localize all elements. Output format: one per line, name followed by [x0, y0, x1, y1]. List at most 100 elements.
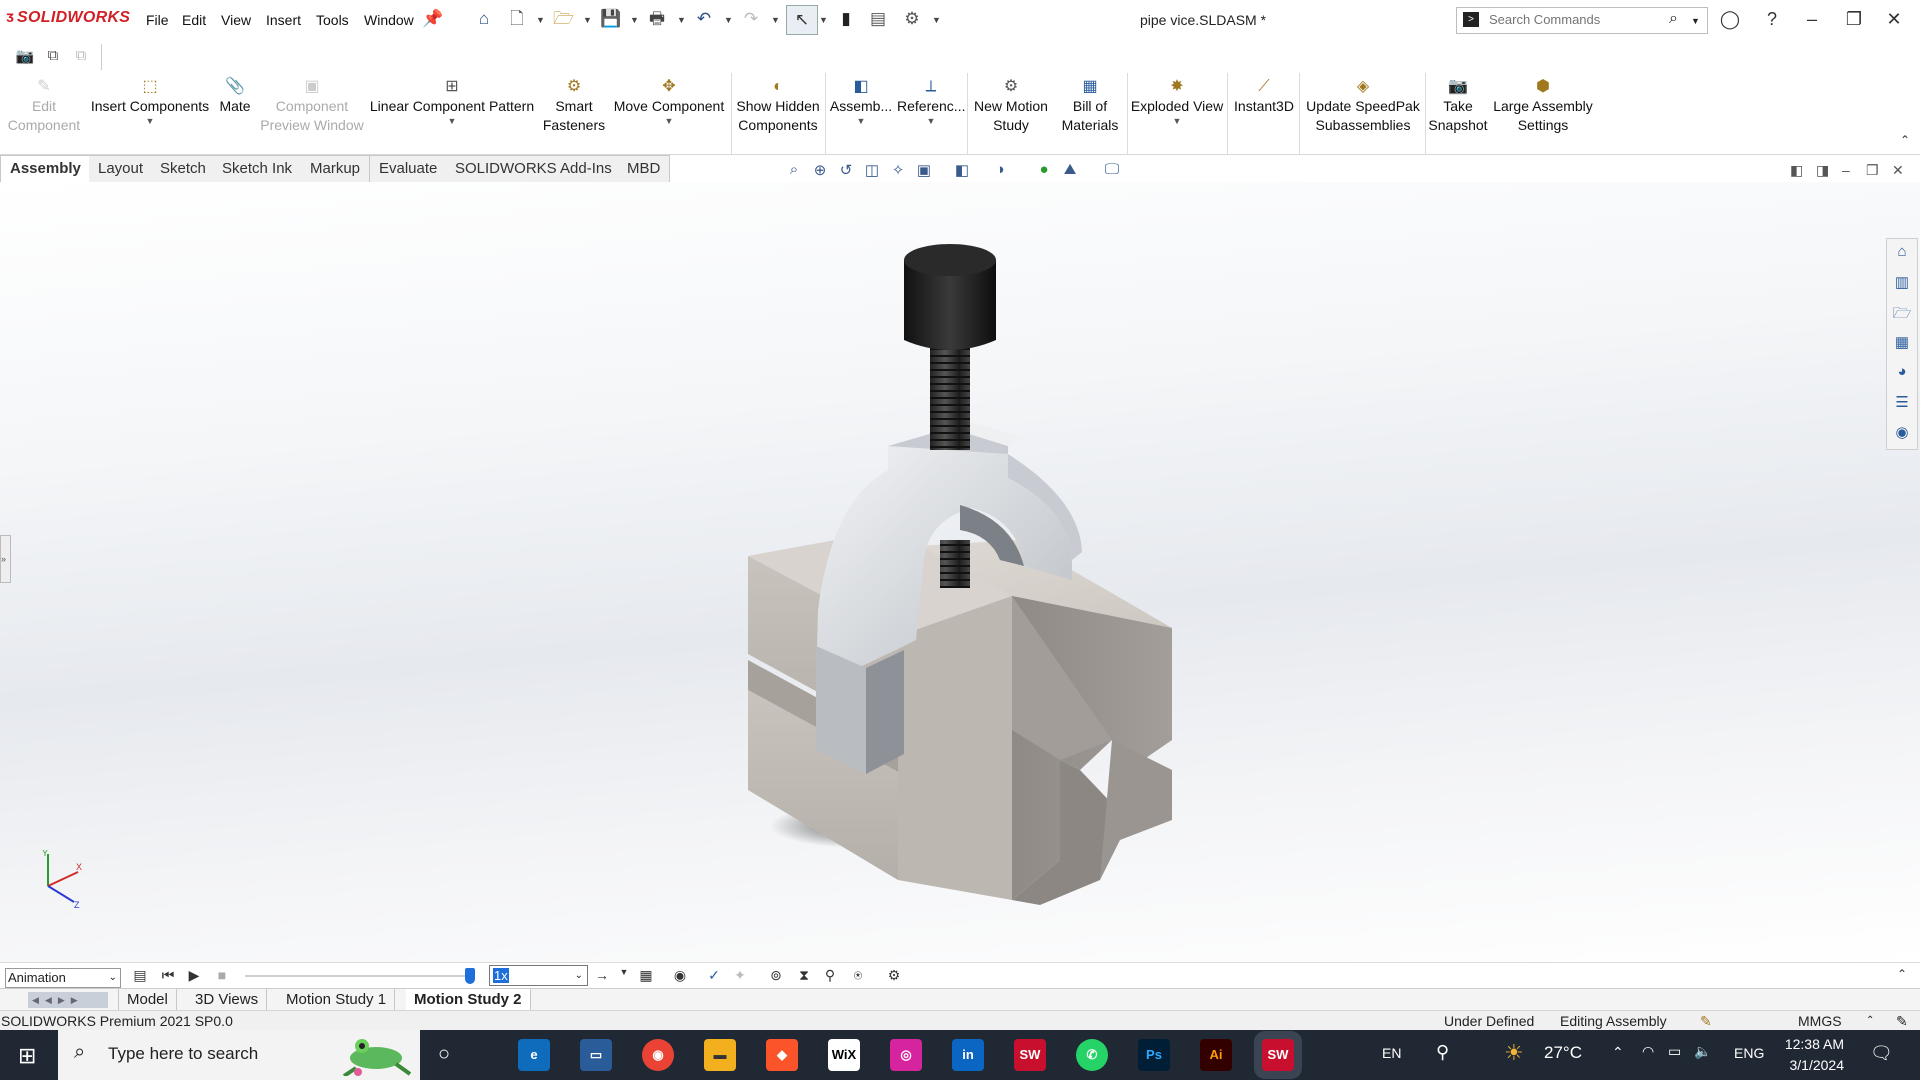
display-style-icon[interactable]: ◧: [952, 161, 972, 179]
stop-icon[interactable]: ■: [212, 967, 232, 985]
tab-solidworks-add-ins[interactable]: SOLIDWORKS Add-Ins: [446, 155, 622, 183]
solidworks-resources-icon[interactable]: ⌂: [1892, 243, 1912, 263]
solidworks-2021-icon[interactable]: SW: [1262, 1039, 1294, 1071]
new-document-icon[interactable]: 🗋: [507, 9, 527, 29]
tab-layout[interactable]: Layout: [89, 155, 154, 183]
notifications-icon[interactable]: 🗨: [1870, 1043, 1893, 1064]
tab-assembly[interactable]: Assembly: [0, 155, 91, 183]
search-input[interactable]: [1487, 11, 1661, 28]
reference-geometry-button[interactable]: ⟂ Referenc... ▼: [897, 73, 965, 154]
view-palette-icon[interactable]: ▦: [1892, 333, 1912, 353]
view-orientation-icon[interactable]: ▣: [914, 161, 934, 179]
whatsapp-icon[interactable]: ✆: [1076, 1039, 1108, 1071]
menu-insert[interactable]: Insert: [266, 12, 301, 28]
component-preview-window-button[interactable]: ▣ Component Preview Window: [258, 73, 366, 154]
chevron-down-icon[interactable]: ▼: [932, 15, 941, 25]
chevron-down-icon[interactable]: ▼: [1129, 116, 1225, 126]
chevron-down-icon[interactable]: ▼: [827, 116, 895, 126]
restore-icon[interactable]: ❐: [1840, 9, 1868, 30]
play-from-start-icon[interactable]: ⏮: [158, 967, 178, 985]
chevron-up-icon[interactable]: ⌃: [1612, 1044, 1624, 1061]
home-icon[interactable]: ⌂: [474, 9, 494, 29]
edit-component-button[interactable]: ✎ Edit Component: [0, 73, 88, 154]
undo-icon[interactable]: ↶: [694, 9, 714, 29]
insert-components-button[interactable]: ⬚ Insert Components ▼: [88, 73, 212, 154]
take-snapshot-button[interactable]: 📷 Take Snapshot: [1427, 73, 1489, 154]
close-icon[interactable]: ✕: [1880, 9, 1908, 30]
volume-icon[interactable]: 🔈: [1694, 1043, 1711, 1060]
animation-wizard-icon[interactable]: ◉: [670, 967, 690, 985]
print-icon[interactable]: 🖶: [647, 9, 667, 29]
photoshop-icon[interactable]: Ps: [1138, 1039, 1170, 1071]
weather-icon[interactable]: ☀: [1504, 1040, 1524, 1066]
collapse-ribbon-icon[interactable]: ⌃: [1900, 133, 1910, 147]
search-commands-box[interactable]: > ⌕ ▼: [1456, 7, 1708, 34]
menu-file[interactable]: File: [146, 12, 169, 28]
traffic-light-icon[interactable]: ▮: [836, 9, 856, 29]
menu-tools[interactable]: Tools: [316, 12, 349, 28]
tab-motion-study-1[interactable]: Motion Study 1: [278, 989, 396, 1010]
chevron-down-icon[interactable]: ▼: [583, 15, 592, 25]
spring-icon[interactable]: ⧗: [794, 967, 814, 985]
previous-view-icon[interactable]: ↺: [836, 161, 856, 179]
file-properties-icon[interactable]: ▤: [868, 9, 888, 29]
tab-sketch[interactable]: Sketch: [151, 155, 216, 183]
tab-model[interactable]: Model: [118, 989, 177, 1010]
large-assembly-settings-button[interactable]: ⬢ Large Assembly Settings: [1491, 73, 1595, 154]
chevron-down-icon[interactable]: ▼: [614, 967, 634, 985]
collapse-timeline-icon[interactable]: ⌃: [1892, 967, 1912, 985]
hide-show-items-icon[interactable]: ◑: [990, 161, 1010, 179]
clock-date[interactable]: 3/1/2024: [1780, 1057, 1845, 1073]
task-view-icon[interactable]: ○: [438, 1043, 450, 1066]
dynamic-annotation-icon[interactable]: ✧: [888, 161, 908, 179]
file-explorer-icon[interactable]: 🗁: [1892, 303, 1912, 323]
temperature[interactable]: 27°C: [1544, 1043, 1582, 1063]
contact-icon[interactable]: ⚲: [820, 967, 840, 985]
chevron-down-icon[interactable]: ▼: [897, 116, 965, 126]
gravity-icon[interactable]: ⍟: [848, 967, 868, 985]
viewport-restore-icon[interactable]: ❐: [1866, 162, 1879, 179]
select-arrow-icon[interactable]: ↖: [786, 5, 818, 35]
assembly-features-button[interactable]: ◧ Assemb... ▼: [827, 73, 895, 154]
update-speedpak-button[interactable]: ◈ Update SpeedPak Subassemblies: [1301, 73, 1425, 154]
feature-manager-toggle[interactable]: »: [0, 535, 11, 583]
chevron-down-icon[interactable]: ▼: [771, 15, 780, 25]
language-indicator[interactable]: ENG: [1734, 1045, 1764, 1061]
help-icon[interactable]: ?: [1758, 9, 1786, 30]
redo-icon[interactable]: ↷: [741, 9, 761, 29]
timeline-slider-handle[interactable]: [465, 968, 475, 984]
mate-button[interactable]: 📎 Mate: [212, 73, 258, 154]
windows-start-icon[interactable]: ⊞: [18, 1043, 36, 1069]
chevron-down-icon[interactable]: ▼: [630, 15, 639, 25]
viewport-close-icon[interactable]: ✕: [1892, 162, 1904, 179]
chevron-up-icon[interactable]: ⌃: [1866, 1011, 1874, 1031]
wifi-icon[interactable]: ◠: [1642, 1043, 1654, 1060]
menu-window[interactable]: Window: [364, 12, 414, 28]
edge-icon[interactable]: e: [518, 1039, 550, 1071]
minimize-icon[interactable]: –: [1798, 9, 1826, 30]
rebuild-icon[interactable]: ✎: [1700, 1011, 1712, 1031]
timeline-slider[interactable]: [245, 975, 475, 977]
user-account-icon[interactable]: ◯: [1716, 9, 1744, 30]
instant3d-button[interactable]: ⟋ Instant3D: [1229, 73, 1299, 154]
motor-icon[interactable]: ⊚: [766, 967, 786, 985]
search-icon[interactable]: ⌕: [1669, 10, 1678, 28]
snapshot-icon[interactable]: ⧉: [42, 47, 64, 65]
add-key-icon[interactable]: ✦: [730, 967, 750, 985]
file-explorer-icon[interactable]: ▭: [580, 1039, 612, 1071]
solidworks-logo[interactable]: ᴣ SOLIDWORKS: [6, 9, 130, 27]
save-animation-icon[interactable]: ▦: [636, 967, 656, 985]
menu-edit[interactable]: Edit: [182, 12, 206, 28]
bill-of-materials-button[interactable]: ▦ Bill of Materials: [1055, 73, 1125, 154]
chevron-down-icon[interactable]: ▼: [88, 116, 212, 126]
chevron-down-icon[interactable]: ▼: [610, 116, 728, 126]
menu-view[interactable]: View: [221, 12, 251, 28]
apply-scene-icon[interactable]: ⛰: [1060, 161, 1080, 179]
tab-markup[interactable]: Markup: [301, 155, 371, 183]
pin-icon[interactable]: 📌: [422, 9, 443, 29]
zoom-to-area-icon[interactable]: ⊕: [810, 161, 830, 179]
taskbar-search[interactable]: ⌕ Type here to search: [58, 1030, 420, 1080]
smart-fasteners-button[interactable]: ⚙ Smart Fasteners: [538, 73, 610, 154]
tab-mbd[interactable]: MBD: [618, 155, 671, 183]
camera-icon[interactable]: 📷: [14, 47, 36, 65]
